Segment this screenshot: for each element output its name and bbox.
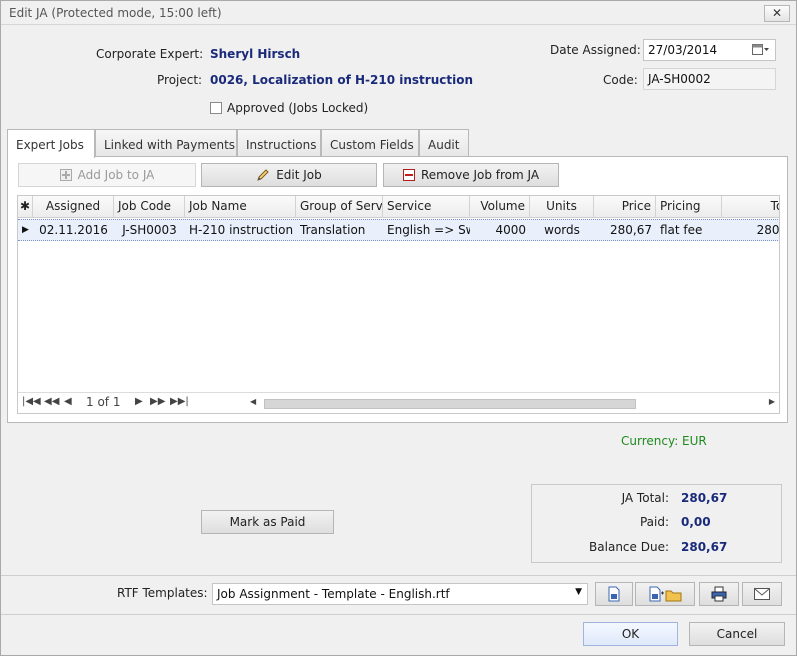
- edit-job-button[interactable]: Edit Job: [201, 163, 377, 187]
- col-volume[interactable]: Volume: [470, 196, 530, 218]
- first-page-icon[interactable]: |◀◀: [22, 396, 41, 407]
- date-assigned-label: Date Assigned:: [550, 43, 641, 57]
- tab-custom-fields[interactable]: Custom Fields: [321, 129, 419, 157]
- cell-units: words: [544, 223, 580, 237]
- cell-job-code: J-SH0003: [122, 223, 177, 237]
- cell-price: 280,67: [610, 223, 652, 237]
- balance-due-label: Balance Due:: [589, 540, 669, 554]
- cell-service: English => Sw: [387, 223, 470, 237]
- remove-job-label: Remove Job from JA: [420, 168, 540, 182]
- ja-total-value: 280,67: [681, 491, 728, 505]
- select-all-star[interactable]: ✱: [18, 196, 33, 218]
- scrollbar-thumb[interactable]: [264, 399, 636, 409]
- add-job-label: Add Job to JA: [77, 168, 155, 182]
- jobs-grid: ✱ Assigned Job Code Job Name Group of Se…: [17, 195, 780, 414]
- rtf-templates-label: RTF Templates:: [117, 586, 208, 600]
- corporate-expert-label: Corporate Expert:: [96, 47, 204, 61]
- col-service[interactable]: Service: [383, 196, 470, 218]
- title-bar: Edit JA (Protected mode, 15:00 left) ✕: [1, 1, 796, 25]
- calendar-icon[interactable]: [752, 44, 770, 56]
- currency-label: Currency:: [621, 434, 679, 448]
- cell-total: 280,(: [756, 223, 780, 237]
- col-group-of-services[interactable]: Group of Serv: [296, 196, 383, 218]
- scroll-right-icon[interactable]: ▶: [769, 397, 775, 406]
- tab-linked-with-payments[interactable]: Linked with Payments: [95, 129, 237, 157]
- cell-pricing: flat fee: [660, 223, 703, 237]
- divider: [1, 575, 796, 576]
- add-icon: [59, 169, 72, 181]
- chevron-down-icon[interactable]: ▼: [575, 587, 582, 597]
- prev-page-fast-icon[interactable]: ◀◀: [44, 396, 59, 407]
- horizontal-scrollbar[interactable]: ◀ ▶: [250, 397, 775, 410]
- expert-jobs-panel: Add Job to JA Edit Job Remove Job from J…: [7, 156, 788, 423]
- paid-value: 0,00: [681, 515, 711, 529]
- approved-label: Approved (Jobs Locked): [227, 101, 369, 115]
- date-assigned-field[interactable]: 27/03/2014: [643, 39, 776, 61]
- add-job-button[interactable]: Add Job to JA: [18, 163, 196, 187]
- row-indicator-icon: ▶: [22, 225, 29, 235]
- email-button[interactable]: [742, 582, 782, 606]
- col-pricing[interactable]: Pricing: [656, 196, 722, 218]
- currency-value: EUR: [682, 434, 707, 448]
- edit-ja-dialog: Edit JA (Protected mode, 15:00 left) ✕ C…: [0, 0, 797, 656]
- project-label: Project:: [157, 73, 203, 87]
- corporate-expert-value[interactable]: Sheryl Hirsch: [210, 47, 300, 61]
- col-job-code[interactable]: Job Code: [114, 196, 185, 218]
- cell-volume: 4000: [495, 223, 526, 237]
- ok-button[interactable]: OK: [583, 622, 678, 646]
- remove-icon: [402, 169, 415, 181]
- divider: [1, 614, 796, 615]
- page-indicator: 1 of 1: [86, 395, 121, 409]
- col-assigned[interactable]: Assigned: [33, 196, 114, 218]
- cancel-button[interactable]: Cancel: [689, 622, 785, 646]
- mark-as-paid-button[interactable]: Mark as Paid: [201, 510, 334, 534]
- rtf-template-value: Job Assignment - Template - English.rtf: [217, 587, 450, 601]
- code-label: Code:: [603, 73, 638, 87]
- date-assigned-value: 27/03/2014: [648, 43, 718, 57]
- col-price[interactable]: Price: [594, 196, 656, 218]
- envelope-icon: [754, 588, 770, 600]
- col-total[interactable]: Tot: [722, 196, 779, 218]
- code-field[interactable]: JA-SH0002: [643, 68, 776, 90]
- code-value: JA-SH0002: [648, 72, 711, 86]
- rtf-template-select[interactable]: Job Assignment - Template - English.rtf …: [212, 583, 588, 605]
- window-title: Edit JA (Protected mode, 15:00 left): [9, 6, 222, 20]
- ja-total-label: JA Total:: [621, 491, 669, 505]
- prev-page-icon[interactable]: ◀: [64, 396, 72, 407]
- open-template-folder-button[interactable]: [635, 582, 695, 606]
- project-value[interactable]: 0026, Localization of H-210 instruction: [210, 73, 473, 87]
- last-page-icon[interactable]: ▶▶|: [170, 396, 189, 407]
- tab-expert-jobs[interactable]: Expert Jobs: [7, 129, 95, 158]
- grid-navigator: |◀◀ ◀◀ ◀ 1 of 1 ▶ ▶▶ ▶▶| ◀ ▶: [18, 392, 779, 413]
- create-document-button[interactable]: [595, 582, 633, 606]
- tab-audit[interactable]: Audit: [419, 129, 469, 157]
- cell-job-name: H-210 instruction t: [189, 223, 296, 237]
- document-folder-icon: [649, 586, 682, 602]
- pencil-icon: [257, 169, 269, 181]
- paid-label: Paid:: [639, 515, 669, 529]
- grid-header: ✱ Assigned Job Code Job Name Group of Se…: [18, 196, 779, 218]
- table-row[interactable]: ▶ 02.11.2016 J-SH0003 H-210 instruction …: [18, 219, 780, 241]
- col-job-name[interactable]: Job Name: [185, 196, 296, 218]
- cell-assigned: 02.11.2016: [39, 223, 108, 237]
- next-page-fast-icon[interactable]: ▶▶: [150, 396, 165, 407]
- approved-checkbox[interactable]: [210, 102, 222, 114]
- tab-instructions[interactable]: Instructions: [237, 129, 321, 157]
- scroll-left-icon[interactable]: ◀: [250, 397, 256, 406]
- document-icon: [608, 586, 620, 602]
- printer-icon: [711, 586, 727, 602]
- close-button[interactable]: ✕: [764, 5, 790, 22]
- next-page-icon[interactable]: ▶: [135, 396, 143, 407]
- balance-due-value: 280,67: [681, 540, 728, 554]
- cell-group-of-services: Translation: [300, 223, 366, 237]
- print-button[interactable]: [699, 582, 739, 606]
- totals-panel: JA Total: 280,67 Paid: 0,00 Balance Due:…: [531, 484, 782, 563]
- col-units[interactable]: Units: [530, 196, 594, 218]
- remove-job-button[interactable]: Remove Job from JA: [383, 163, 559, 187]
- edit-job-label: Edit Job: [276, 168, 322, 182]
